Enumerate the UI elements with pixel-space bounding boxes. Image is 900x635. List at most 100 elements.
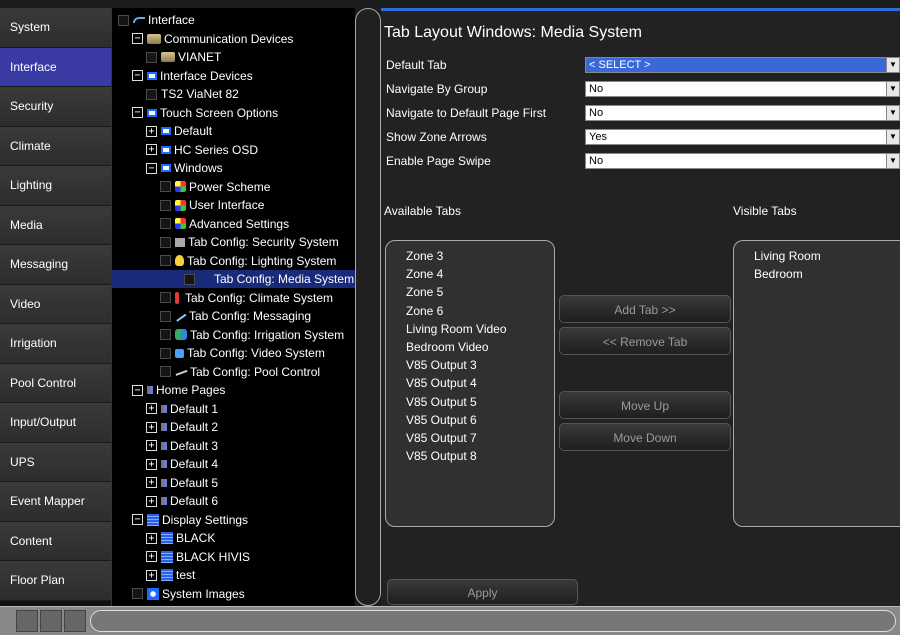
nav-item-video[interactable]: Video [0,284,111,324]
tree-checkbox[interactable] [160,255,171,266]
nav-item-interface[interactable]: Interface [0,47,111,87]
status-cell[interactable] [40,610,62,632]
expand-icon[interactable]: + [146,144,157,155]
chevron-down-icon[interactable]: ▼ [886,130,899,144]
expand-icon[interactable]: + [146,403,157,414]
list-item[interactable]: V85 Output 7 [406,429,554,447]
tree-node[interactable]: Tab Config: Messaging [160,307,311,325]
tree-checkbox[interactable] [160,181,171,192]
tree-checkbox[interactable] [160,347,171,359]
remove-tab-button[interactable]: << Remove Tab [559,327,731,355]
tree-checkbox[interactable] [132,588,143,599]
list-item[interactable]: Bedroom [754,265,900,283]
tree-checkbox[interactable] [146,88,157,100]
tree-node[interactable]: − Windows [146,159,223,177]
expand-icon[interactable]: + [146,551,157,562]
tree-node[interactable]: Tab Config: Video System [160,344,325,362]
list-item[interactable]: Zone 6 [406,302,554,320]
list-item[interactable]: Living Room Video [406,320,554,338]
tree-node[interactable]: Advanced Settings [160,215,289,233]
available-tabs-list[interactable]: Zone 3 Zone 4 Zone 5 Zone 6 Living Room Vide… [385,240,555,527]
nav-item-system[interactable]: System [0,8,111,48]
tree-node[interactable]: System Images [132,585,245,603]
tree-node[interactable]: + HC Series OSD [146,141,258,159]
tree-node[interactable]: − Display Settings [132,511,248,529]
expand-icon[interactable]: + [146,421,157,433]
tree-node[interactable]: − Touch Screen Options [132,104,278,122]
list-item[interactable]: V85 Output 8 [406,447,554,465]
tree-checkbox[interactable] [146,51,157,63]
tree-node[interactable]: − Interface Devices [132,67,253,85]
nav-item-media[interactable]: Media [0,205,111,245]
tree-node[interactable]: Interface [118,11,195,29]
tree-checkbox[interactable] [160,292,171,303]
expand-icon[interactable]: + [146,532,157,544]
tree-node[interactable]: Tab Config: Lighting System [160,252,336,270]
show-zone-arrows-select[interactable]: Yes ▼ [585,129,900,145]
tree-node[interactable]: + BLACK HIVIS [146,548,250,566]
panel-divider[interactable] [355,8,381,606]
move-up-button[interactable]: Move Up [559,391,731,419]
nav-item-ups[interactable]: UPS [0,442,111,482]
tree-checkbox[interactable] [160,236,171,248]
list-item[interactable]: Bedroom Video [406,338,554,356]
move-down-button[interactable]: Move Down [559,423,731,451]
nav-item-content[interactable]: Content [0,521,111,561]
list-item[interactable]: Zone 5 [406,283,554,301]
tree-checkbox[interactable] [160,199,171,211]
status-cell[interactable] [64,610,86,632]
tree-node[interactable]: + Default 4 [146,455,218,473]
nav-item-security[interactable]: Security [0,87,111,127]
tree-node[interactable]: + Default 5 [146,474,218,492]
navigate-default-page-select[interactable]: No ▼ [585,105,900,121]
collapse-icon[interactable]: − [132,33,143,44]
apply-button[interactable]: Apply [387,579,578,605]
collapse-icon[interactable]: − [146,162,157,174]
expand-icon[interactable]: + [146,477,157,488]
tree-checkbox[interactable] [160,218,171,229]
enable-page-swipe-select[interactable]: No ▼ [585,153,900,169]
tree-checkbox[interactable] [118,14,129,26]
tree-checkbox[interactable] [160,366,171,377]
chevron-down-icon[interactable]: ▼ [886,82,899,96]
tree-checkbox[interactable] [160,329,171,340]
nav-item-input-output[interactable]: Input/Output [0,403,111,443]
collapse-icon[interactable]: − [132,70,143,81]
chevron-down-icon[interactable]: ▼ [886,154,899,168]
tree-checkbox[interactable] [160,310,171,322]
list-item[interactable]: Zone 4 [406,265,554,283]
tree-node[interactable]: Power Scheme [160,178,270,196]
expand-icon[interactable]: + [146,125,157,137]
collapse-icon[interactable]: − [132,514,143,525]
tree-node[interactable]: Tab Config: Climate System [160,289,333,307]
tree-node[interactable]: TS2 ViaNet 82 [146,85,239,103]
tree-node[interactable]: − Communication Devices [132,30,293,48]
tree-node[interactable]: Tab Config: Media System [112,270,355,288]
default-tab-select[interactable]: < SELECT > ▼ [585,57,900,73]
nav-item-lighting[interactable]: Lighting [0,166,111,206]
expand-icon[interactable]: + [146,440,157,451]
collapse-icon[interactable]: − [132,384,143,396]
tree-node[interactable]: + BLACK [146,529,215,547]
add-tab-button[interactable]: Add Tab >> [559,295,731,323]
tree-node[interactable]: VIANET [146,48,221,66]
visible-tabs-list[interactable]: Living Room Bedroom [733,240,900,527]
nav-item-floor-plan[interactable]: Floor Plan [0,561,111,601]
tree-node[interactable]: + Default [146,122,212,140]
tree-node[interactable]: Tab Config: Pool Control [160,363,320,381]
nav-item-pool-control[interactable]: Pool Control [0,363,111,403]
tree-node[interactable]: + Default 1 [146,400,218,418]
list-item[interactable]: Living Room [754,247,900,265]
tree-checkbox[interactable] [184,273,195,285]
list-item[interactable]: Zone 3 [406,247,554,265]
expand-icon[interactable]: + [146,569,157,581]
list-item[interactable]: V85 Output 6 [406,411,554,429]
tree-node[interactable]: User Interface [160,196,264,214]
list-item[interactable]: V85 Output 4 [406,374,554,392]
tree-node[interactable]: + Default 2 [146,418,218,436]
horizontal-scrollbar[interactable] [90,610,896,632]
nav-item-climate[interactable]: Climate [0,126,111,166]
tree-node[interactable]: + Default 6 [146,492,218,510]
chevron-down-icon[interactable]: ▼ [886,106,899,120]
expand-icon[interactable]: + [146,458,157,470]
